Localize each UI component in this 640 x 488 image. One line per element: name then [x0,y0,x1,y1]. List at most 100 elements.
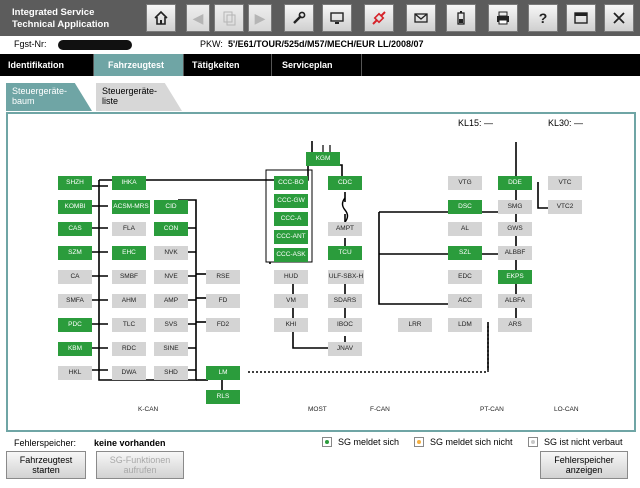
ecu-node-albbf[interactable]: ALBBF [498,246,532,260]
ecu-node-szm[interactable]: SZM [58,246,92,260]
app-title: Integrated Service Technical Application [12,7,110,30]
plug-icon[interactable] [364,4,394,32]
ecu-node-hud[interactable]: HUD [274,270,308,284]
ecu-node-ahm[interactable]: AHM [112,294,146,308]
ecu-node-ihka[interactable]: IHKA [112,176,146,190]
ecu-node-pdc[interactable]: PDC [58,318,92,332]
ecu-node-vtc2[interactable]: VTC2 [548,200,582,214]
legend-ok: SG meldet sich [322,437,399,447]
ecu-node-ccca[interactable]: CCC-A [274,212,308,226]
ecu-node-vm[interactable]: VM [274,294,308,308]
ecu-node-cccgw[interactable]: CCC-GW [274,194,308,208]
ecu-node-fla[interactable]: FLA [112,222,146,236]
help-icon[interactable]: ? [528,4,558,32]
ecu-node-shzh[interactable]: SHZH [58,176,92,190]
ecu-node-iboc[interactable]: IBOC [328,318,362,332]
tab-fahrzeugtest[interactable]: Fahrzeugtest [94,54,184,76]
ecu-node-vtc[interactable]: VTC [548,176,582,190]
pkw-label: PKW: [200,39,223,49]
vehicle-info-row: Fgst-Nr: PKW: 5'/E61/TOUR/525d/M57/MECH/… [0,36,640,54]
ecu-node-dsc[interactable]: DSC [448,200,482,214]
home-icon[interactable] [146,4,176,32]
ecu-node-ekps[interactable]: EKPS [498,270,532,284]
ecu-node-sine[interactable]: SINE [154,342,188,356]
pages-icon[interactable] [214,4,244,32]
ecu-node-kbm[interactable]: KBM [58,342,92,356]
ecu-node-cdc[interactable]: CDC [328,176,362,190]
ecu-node-hkl[interactable]: HKL [58,366,92,380]
ecu-node-rdc[interactable]: RDC [112,342,146,356]
ecu-node-khi[interactable]: KHI [274,318,308,332]
tab-serviceplan[interactable]: Serviceplan [272,54,362,76]
ecu-node-ldm[interactable]: LDM [448,318,482,332]
ecu-node-rse[interactable]: RSE [206,270,240,284]
show-fault-memory-button[interactable]: Fehlerspeicher anzeigen [540,451,628,479]
kl30-status: KL30: — [548,118,584,128]
ecu-node-cid[interactable]: CID [154,200,188,214]
ecu-node-szl[interactable]: SZL [448,246,482,260]
printer-icon[interactable] [488,4,518,32]
ecu-node-cccant[interactable]: CCC-ANT [274,230,308,244]
ecu-node-kombi[interactable]: KOMBI [58,200,92,214]
ecu-node-rls[interactable]: RLS [206,390,240,404]
screen-icon[interactable] [322,4,352,32]
ecu-node-fd[interactable]: FD [206,294,240,308]
ecu-node-smg[interactable]: SMG [498,200,532,214]
legend-ok-icon [322,437,332,447]
subtab-steuergeraetebaum[interactable]: Steuergeräte- baum [6,83,92,111]
ecu-node-nve[interactable]: NVE [154,270,188,284]
bus-label-most: MOST [308,406,327,413]
ecu-node-shd[interactable]: SHD [154,366,188,380]
ecu-node-ehc[interactable]: EHC [112,246,146,260]
ecu-node-amp[interactable]: AMP [154,294,188,308]
ecu-node-fd2[interactable]: FD2 [206,318,240,332]
bus-label-kcan: K-CAN [138,406,159,413]
ecu-node-edc[interactable]: EDC [448,270,482,284]
wrench-icon[interactable] [284,4,314,32]
subtab-steuergeraeteliste[interactable]: Steuergeräte- liste [96,83,182,111]
ecu-node-lm[interactable]: LM [206,366,240,380]
ecu-node-jnav[interactable]: JNAV [328,342,362,356]
ecu-node-acc[interactable]: ACC [448,294,482,308]
ecu-node-ca[interactable]: CA [58,270,92,284]
legend-not-responding-icon [414,437,424,447]
ecu-node-vtg[interactable]: VTG [448,176,482,190]
ecu-node-tcu[interactable]: TCU [328,246,362,260]
tab-identifikation[interactable]: Identifikation [0,54,94,76]
ecu-node-ampt[interactable]: AMPT [328,222,362,236]
ecu-node-svs[interactable]: SVS [154,318,188,332]
ecu-node-ars[interactable]: ARS [498,318,532,332]
ecu-node-al[interactable]: AL [448,222,482,236]
ecu-node-cccbo[interactable]: CCC-BO [274,176,308,190]
sg-functions-button[interactable]: SG-Funktionen aufrufen [96,451,184,479]
ecu-node-smbf[interactable]: SMBF [112,270,146,284]
forward-icon[interactable]: ▶ [248,4,272,32]
ecu-node-tlc[interactable]: TLC [112,318,146,332]
ecu-node-albfa[interactable]: ALBFA [498,294,532,308]
ecu-tree-diagram: KL15: — KL30: — KGM SHZH IHKA KOMBI ACSM-MRS… [6,112,636,432]
start-vehicle-test-button[interactable]: Fahrzeugtest starten [6,451,86,479]
ecu-node-cas[interactable]: CAS [58,222,92,236]
battery-icon[interactable] [446,4,476,32]
ecu-node-dwa[interactable]: DWA [112,366,146,380]
legend-not-responding: SG meldet sich nicht [414,437,513,447]
ecu-node-nvk[interactable]: NVK [154,246,188,260]
ecu-node-ulf[interactable]: ULF-SBX-H [328,270,364,284]
ecu-node-con[interactable]: CON [154,222,188,236]
ecu-node-kgm[interactable]: KGM [306,152,340,166]
ecu-node-dde[interactable]: DDE [498,176,532,190]
close-icon[interactable] [604,4,634,32]
ecu-node-cccask[interactable]: CCC-ASK [274,248,308,262]
title-bar: Integrated Service Technical Application… [0,0,640,36]
ecu-node-gws[interactable]: GWS [498,222,532,236]
envelope-icon[interactable] [406,4,436,32]
back-icon[interactable]: ◀ [186,4,210,32]
main-tabs: Identifikation Fahrzeugtest Tätigkeiten … [0,54,640,76]
ecu-node-acsm[interactable]: ACSM-MRS [112,200,150,214]
tab-taetigkeiten[interactable]: Tätigkeiten [184,54,272,76]
ecu-node-sdars[interactable]: SDARS [328,294,362,308]
window-icon[interactable] [566,4,596,32]
fgst-label: Fgst-Nr: [14,39,47,49]
ecu-node-smfa[interactable]: SMFA [58,294,92,308]
ecu-node-lrr[interactable]: LRR [398,318,432,332]
